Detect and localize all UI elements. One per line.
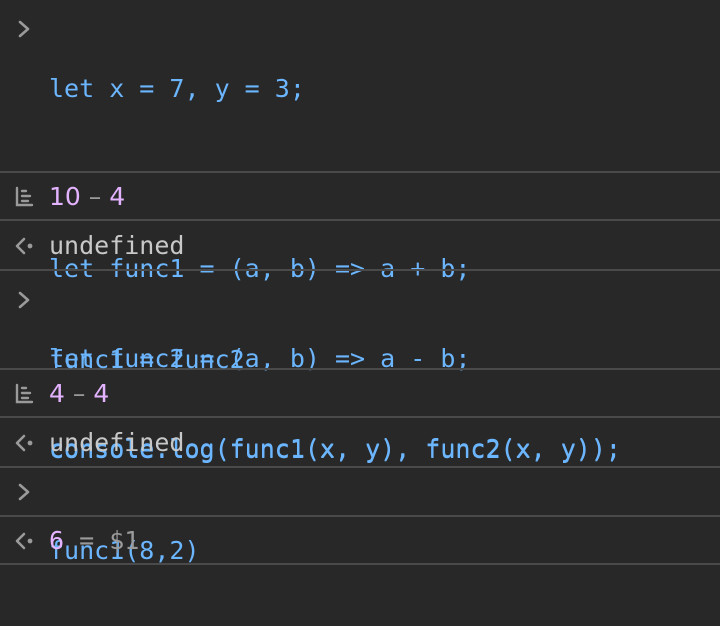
console-log-entry: 4 – 4 — [0, 370, 720, 418]
console-result-entry: undefined — [0, 418, 720, 468]
log-output-icon — [12, 184, 38, 210]
log-output: 10 – 4 — [49, 182, 125, 212]
chevron-right-icon — [12, 16, 38, 42]
log-output-icon — [12, 381, 38, 407]
result-arrow-icon — [12, 528, 38, 554]
console-input-entry[interactable]: func1 = func2 console.log(func1(x, y), f… — [0, 271, 720, 464]
code-line: let x = 7, y = 3; — [49, 74, 305, 103]
result-arrow-icon — [12, 233, 38, 259]
console-result-entry: 6 = $1 — [0, 517, 720, 565]
console-panel: let x = 7, y = 3; let func1 = (a, b) => … — [0, 0, 720, 565]
console-log-entry: 10 – 4 — [0, 173, 720, 221]
log-separator: – — [88, 182, 102, 211]
result-value: undefined — [49, 428, 185, 457]
log-value: 10 — [49, 182, 81, 211]
result-number: 6 — [49, 526, 65, 555]
log-value: 4 — [93, 379, 110, 408]
result-ref: $1 — [109, 526, 140, 555]
chevron-right-icon — [12, 287, 38, 313]
result-equals: = — [79, 526, 95, 555]
result-value: undefined — [49, 231, 185, 260]
chevron-right-icon — [12, 479, 38, 505]
console-input-entry[interactable]: let x = 7, y = 3; let func1 = (a, b) => … — [0, 0, 720, 463]
log-value: 4 — [49, 379, 65, 408]
console-result-entry: undefined — [0, 221, 720, 271]
console-input-entry[interactable]: func1(8,2) — [0, 468, 720, 565]
log-separator: – — [72, 379, 86, 408]
result-value: 6 = $1 — [49, 526, 139, 556]
log-value: 4 — [109, 182, 126, 211]
log-output: 4 – 4 — [49, 379, 109, 409]
result-arrow-icon — [12, 430, 38, 456]
